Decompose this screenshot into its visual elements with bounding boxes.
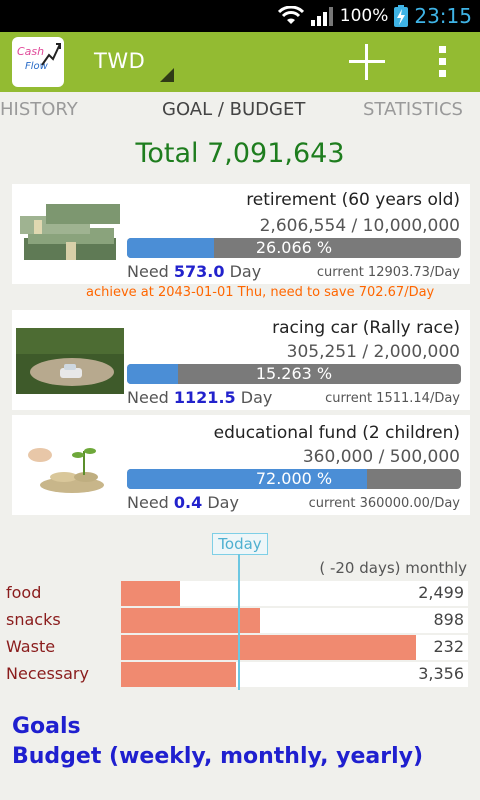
tab-history[interactable]: HISTORY [0,99,78,120]
budget-bar: 3,356 [121,662,468,687]
app-logo[interactable]: Cash Flow [12,37,64,87]
goal-amount: 305,251 / 2,000,000 [286,342,460,362]
budget-row-snacks[interactable]: snacks 898 [0,608,480,633]
budget-bar-fill [121,581,180,606]
tab-statistics[interactable]: STATISTICS [363,99,463,120]
goal-amount: 2,606,554 / 10,000,000 [259,216,460,236]
goal-name: educational fund (2 children) [213,423,460,443]
budget-row-food[interactable]: food 2,499 [0,581,480,606]
total-amount: Total 7,091,643 [135,138,345,169]
coins-plant-image [16,437,124,497]
goal-progress-percent: 26.066 % [255,238,333,257]
action-bar: Cash Flow TWD [0,32,480,92]
goal-amount: 360,000 / 500,000 [302,447,460,467]
goal-card-retirement[interactable]: retirement (60 years old) 2,606,554 / 10… [12,184,470,284]
today-marker-line [238,554,240,690]
goal-current-rate: current 12903.73/Day [316,265,460,280]
promo-line-2: Budget (weekly, monthly, yearly) [12,744,424,769]
budget-label: Waste [6,637,56,656]
achieve-note: achieve at 2043-01-01 Thu, need to save … [86,285,435,300]
status-bar: 100% 23:15 [0,0,480,32]
signal-icon [310,7,333,26]
promo-line-1: Goals [12,714,81,739]
battery-charging-icon [394,5,409,27]
overflow-menu-icon[interactable] [430,42,454,82]
budget-period: ( -20 days) monthly [319,559,467,577]
budget-bar: 898 [121,608,468,633]
goal-current-rate: current 1511.14/Day [325,391,460,406]
trend-arrow-icon [41,43,61,66]
currency-label: TWD [94,49,146,73]
budget-bar-fill [121,635,416,660]
budget-value: 232 [433,637,464,656]
budget-bar: 232 [121,635,468,660]
goal-progress-percent: 15.263 % [255,364,333,383]
promo-text: Goals Budget (weekly, monthly, yearly) [12,712,423,772]
budget-row-waste[interactable]: Waste 232 [0,635,480,660]
goal-name: racing car (Rally race) [272,318,460,338]
budget-row-necessary[interactable]: Necessary 3,356 [0,662,480,687]
battery-percent: 100% [339,6,389,26]
budget-label: food [6,583,42,602]
goal-need: Need 573.0 Day [127,262,262,281]
currency-selector[interactable]: TWD [80,40,174,84]
goal-card-racing-car[interactable]: racing car (Rally race) 305,251 / 2,000,… [12,310,470,410]
tab-goal-budget[interactable]: GOAL / BUDGET [162,99,305,120]
goal-card-educational-fund[interactable]: educational fund (2 children) 360,000 / … [12,415,470,515]
goal-progress-bar: 72.000 % [127,469,461,489]
goal-need: Need 0.4 Day [127,493,239,512]
budget-label: Necessary [6,664,89,683]
goal-progress-bar: 15.263 % [127,364,461,384]
today-marker-label: Today [212,533,268,555]
wifi-icon [277,6,304,24]
goal-progress-bar: 26.066 % [127,238,461,258]
goal-progress-percent: 72.000 % [255,469,333,488]
tab-bar: HISTORY GOAL / BUDGET STATISTICS [0,92,480,132]
rally-car-image [16,328,124,394]
budget-bar-fill [121,662,236,687]
goal-need: Need 1121.5 Day [127,388,273,407]
money-stack-image [16,198,124,270]
budget-value: 2,499 [418,583,464,602]
dropdown-corner-icon [160,68,174,82]
budget-label: snacks [6,610,61,629]
budget-value: 898 [433,610,464,629]
budget-bar: 2,499 [121,581,468,606]
goal-current-rate: current 360000.00/Day [308,496,460,511]
clock: 23:15 [414,4,472,28]
goal-name: retirement (60 years old) [246,190,460,210]
budget-value: 3,356 [418,664,464,683]
add-button[interactable] [346,42,388,82]
